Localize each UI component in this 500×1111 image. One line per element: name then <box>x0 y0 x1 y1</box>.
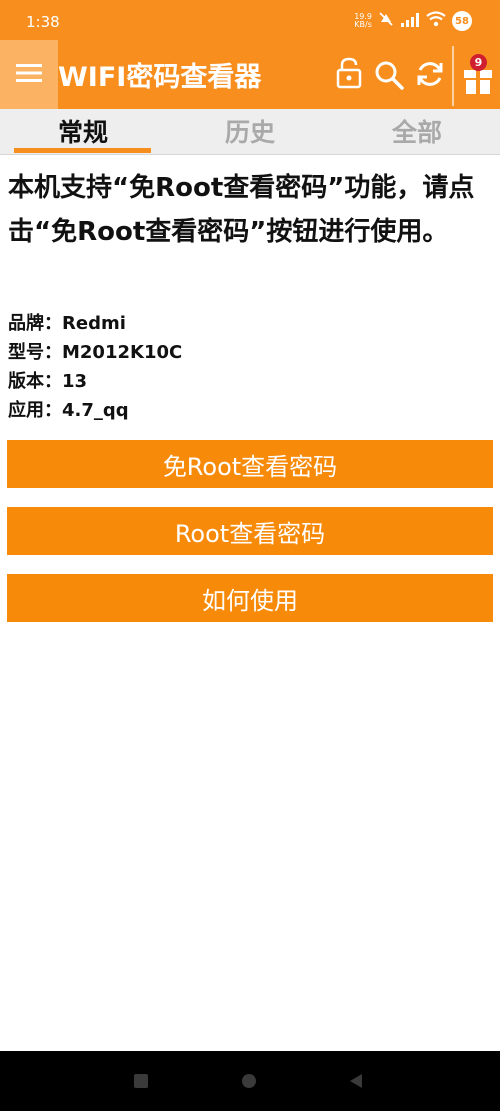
signal-icon <box>400 12 420 31</box>
system-nav-bar <box>0 1051 500 1111</box>
home-icon[interactable] <box>242 1073 256 1092</box>
notification-badge: 9 <box>470 54 487 71</box>
menu-button[interactable] <box>0 40 58 109</box>
tab-history[interactable]: 历史 <box>167 113 333 149</box>
status-bar: 1:38 19.9 KB/s 58 <box>0 0 500 40</box>
search-icon[interactable] <box>373 59 405 95</box>
tab-all[interactable]: 全部 <box>334 113 500 149</box>
support-message: 本机支持“免Root查看密码”功能，请点击“免Root查看密码”按钮进行使用。 <box>8 173 475 247</box>
device-brand: 品牌：Redmi <box>8 313 126 334</box>
mute-icon <box>378 11 394 31</box>
unlock-icon[interactable] <box>334 56 364 94</box>
tab-general[interactable]: 常规 <box>0 113 166 149</box>
app-title: WIFI密码查看器 <box>58 62 262 93</box>
device-version: 版本：13 <box>8 371 88 392</box>
tab-bar: 常规 历史 全部 <box>0 109 500 155</box>
status-time: 1:38 <box>26 13 60 31</box>
menu-icon <box>15 62 43 88</box>
battery-indicator: 58 <box>452 11 472 31</box>
refresh-icon[interactable] <box>414 58 446 94</box>
app-bar: WIFI密码查看器 9 <box>0 40 500 109</box>
status-indicators: 19.9 KB/s 58 <box>354 11 472 31</box>
device-model: 型号：M2012K10C <box>8 342 183 363</box>
app-version: 应用：4.7_qq <box>8 400 129 421</box>
no-root-view-password-button[interactable]: 免Root查看密码 <box>7 440 493 488</box>
root-view-password-button[interactable]: Root查看密码 <box>7 507 493 555</box>
net-speed: 19.9 KB/s <box>354 13 372 29</box>
back-icon[interactable] <box>350 1073 362 1092</box>
gift-button[interactable]: 9 <box>452 46 500 106</box>
tab-indicator <box>14 148 151 153</box>
wifi-icon <box>426 11 446 31</box>
recents-icon[interactable] <box>134 1073 148 1092</box>
how-to-use-button[interactable]: 如何使用 <box>7 574 493 622</box>
net-speed-unit: KB/s <box>354 20 372 29</box>
